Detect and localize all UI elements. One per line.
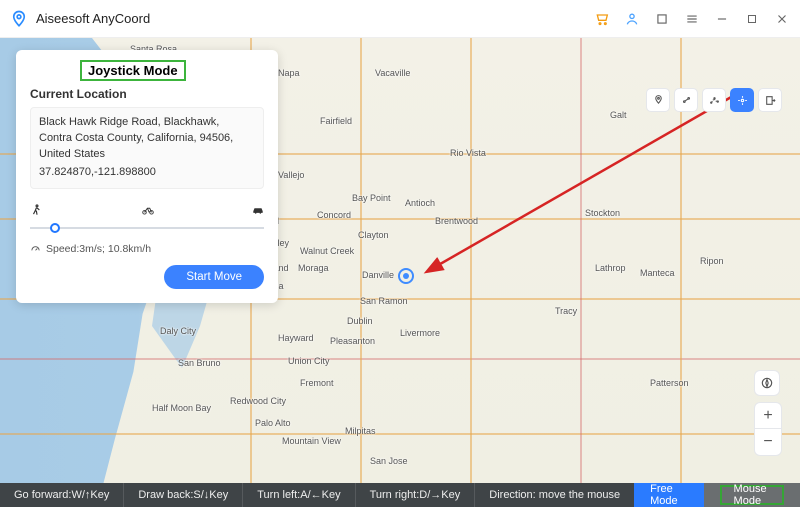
map-label: Napa xyxy=(278,68,300,78)
one-stop-mode-icon[interactable] xyxy=(674,88,698,112)
map-label: Patterson xyxy=(650,378,689,388)
map-label: Vallejo xyxy=(278,170,304,180)
mouse-mode-button[interactable]: Mouse Mode xyxy=(704,483,800,507)
zoom-in-button[interactable]: + xyxy=(755,403,781,429)
bottom-bar: Go forward:W/↑Key Draw back:S/↓Key Turn … xyxy=(0,483,800,507)
map-label: San Bruno xyxy=(178,358,221,368)
speed-readout: Speed:3m/s; 10.8km/h xyxy=(30,243,264,255)
address-text: Black Hawk Ridge Road, Blackhawk, Contra… xyxy=(39,115,255,163)
window-mini-icon[interactable] xyxy=(654,11,670,27)
map-label: Galt xyxy=(610,110,627,120)
current-location-label: Current Location xyxy=(30,87,264,101)
export-icon[interactable] xyxy=(758,88,782,112)
map-label: Walnut Creek xyxy=(300,246,354,256)
hint-back: Draw back:S/↓Key xyxy=(124,483,243,507)
maximize-icon[interactable] xyxy=(744,11,760,27)
map-label: Concord xyxy=(317,210,351,220)
map-label: Vacaville xyxy=(375,68,410,78)
app-title: Aiseesoft AnyCoord xyxy=(36,11,150,26)
map-label: Clayton xyxy=(358,230,389,240)
speed-slider[interactable] xyxy=(30,221,264,235)
hint-right: Turn right:D/→Key xyxy=(356,483,476,507)
user-icon[interactable] xyxy=(624,11,640,27)
modify-location-icon[interactable] xyxy=(646,88,670,112)
walk-icon[interactable] xyxy=(30,203,44,217)
hint-forward: Go forward:W/↑Key xyxy=(0,483,124,507)
map-label: Antioch xyxy=(405,198,435,208)
joystick-mode-icon[interactable] xyxy=(730,88,754,112)
map-label: Lathrop xyxy=(595,263,626,273)
map-label: Mountain View xyxy=(282,436,341,446)
map-label: Ripon xyxy=(700,256,724,266)
map-label: Brentwood xyxy=(435,216,478,226)
map-label: Stockton xyxy=(585,208,620,218)
cart-icon[interactable] xyxy=(594,11,610,27)
menu-icon[interactable] xyxy=(684,11,700,27)
map-label: Hayward xyxy=(278,333,314,343)
control-panel: Joystick Mode Current Location Black Haw… xyxy=(16,50,278,303)
map-label: Danville xyxy=(362,270,394,280)
zoom-controls: + − xyxy=(754,402,782,456)
map-label: Redwood City xyxy=(230,396,286,406)
mode-title: Joystick Mode xyxy=(80,60,186,81)
multi-stop-mode-icon[interactable] xyxy=(702,88,726,112)
map-label: Pleasanton xyxy=(330,336,375,346)
hint-left: Turn left:A/←Key xyxy=(243,483,355,507)
map-label: Fremont xyxy=(300,378,334,388)
bike-icon[interactable] xyxy=(140,203,154,217)
map-label: Tracy xyxy=(555,306,577,316)
map-label: Bay Point xyxy=(352,193,391,203)
map-label: Dublin xyxy=(347,316,373,326)
map-label: Fairfield xyxy=(320,116,352,126)
car-icon[interactable] xyxy=(250,203,264,217)
map-label: Milpitas xyxy=(345,426,376,436)
map-label: San Ramon xyxy=(360,296,408,306)
compass-icon[interactable] xyxy=(754,370,780,396)
map-mode-toolbar xyxy=(646,88,782,112)
speed-text: Speed:3m/s; 10.8km/h xyxy=(46,243,151,255)
zoom-out-button[interactable]: − xyxy=(755,429,781,455)
map-label: Half Moon Bay xyxy=(152,403,211,413)
location-pin-icon xyxy=(398,268,414,284)
start-move-button[interactable]: Start Move xyxy=(164,265,264,289)
app-logo-icon xyxy=(10,10,28,28)
map-label: Rio Vista xyxy=(450,148,486,158)
free-mode-button[interactable]: Free Mode xyxy=(634,483,703,507)
coords-text: 37.824870,-121.898800 xyxy=(39,165,255,181)
address-box: Black Hawk Ridge Road, Blackhawk, Contra… xyxy=(30,107,264,189)
mouse-mode-label: Mouse Mode xyxy=(720,485,784,505)
hint-direction: Direction: move the mouse xyxy=(475,483,634,507)
map-label: San Jose xyxy=(370,456,408,466)
map-label: Livermore xyxy=(400,328,440,338)
map-label: Union City xyxy=(288,356,330,366)
map-label: Moraga xyxy=(298,263,329,273)
close-icon[interactable] xyxy=(774,11,790,27)
gauge-icon xyxy=(30,243,41,254)
title-bar: Aiseesoft AnyCoord xyxy=(0,0,800,38)
map-label: Palo Alto xyxy=(255,418,291,428)
map-label: Manteca xyxy=(640,268,675,278)
minimize-icon[interactable] xyxy=(714,11,730,27)
speed-mode-row xyxy=(30,203,264,217)
map-label: Daly City xyxy=(160,326,196,336)
